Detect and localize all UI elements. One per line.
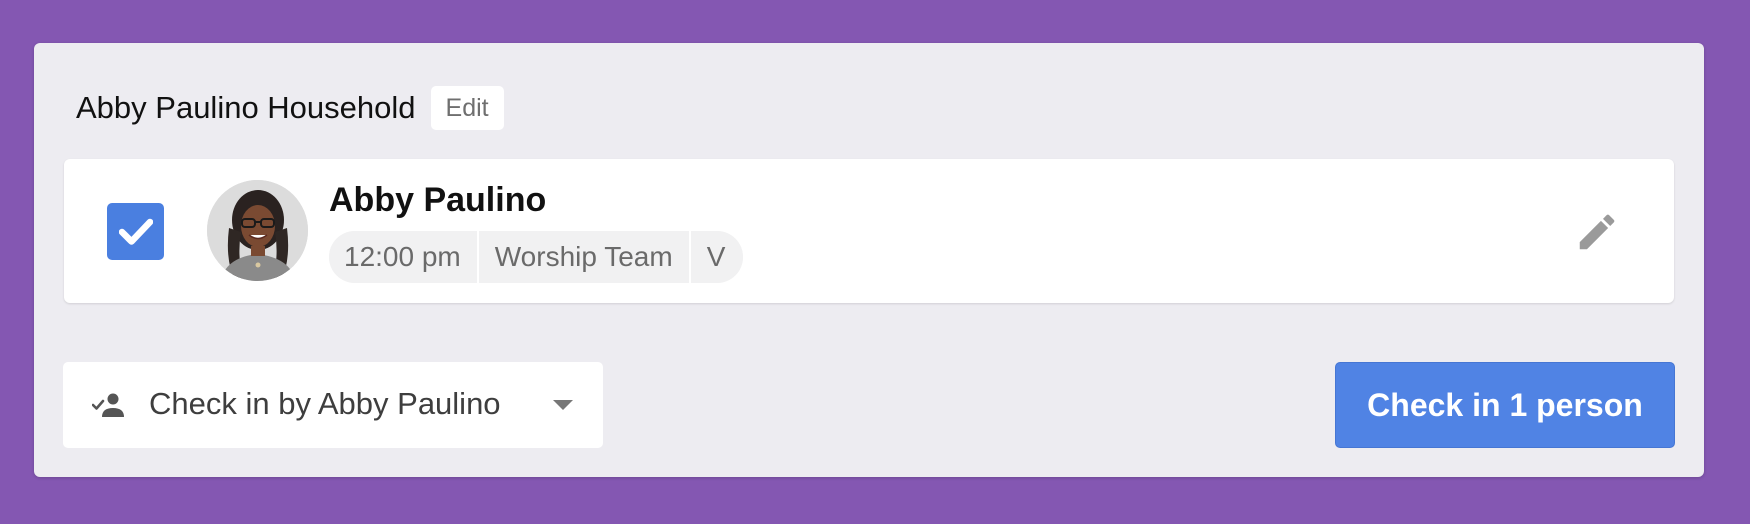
checkin-by-dropdown[interactable]: Check in by Abby Paulino <box>63 362 603 448</box>
person-name: Abby Paulino <box>329 181 547 219</box>
avatar <box>207 180 308 281</box>
person-card[interactable]: Abby Paulino 12:00 pm Worship Team V <box>64 159 1674 303</box>
check-in-button[interactable]: Check in 1 person <box>1335 362 1675 448</box>
person-photo-avatar-icon <box>207 180 308 281</box>
checkin-by-label: Check in by Abby Paulino <box>149 386 501 421</box>
household-title: Abby Paulino Household <box>76 90 416 125</box>
pencil-icon[interactable] <box>1574 209 1620 255</box>
household-panel: Abby Paulino Household Edit Abby Paulino… <box>34 43 1704 477</box>
person-check-icon <box>92 393 124 417</box>
caret-down-icon <box>553 400 573 410</box>
person-checkbox[interactable] <box>107 203 164 260</box>
household-header: Abby Paulino Household Edit <box>76 86 504 130</box>
tag-time: 12:00 pm <box>329 231 477 283</box>
tag-team: Worship Team <box>476 231 689 283</box>
edit-household-button[interactable]: Edit <box>430 86 504 130</box>
tag-extra: V <box>688 231 744 283</box>
person-tags: 12:00 pm Worship Team V <box>329 231 744 283</box>
checkmark-icon <box>118 218 153 245</box>
